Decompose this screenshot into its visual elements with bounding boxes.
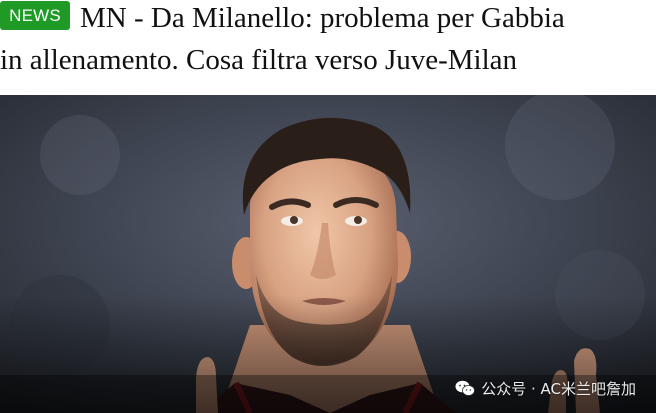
news-badge: NEWS [0, 1, 70, 30]
article-page: NEWS MN - Da Milanello: problema per Gab… [0, 0, 656, 413]
watermark-text: 公众号 · AC米兰吧詹加 [481, 380, 636, 398]
article-title-line-2[interactable]: in allenamento. Cosa filtra verso Juve-M… [0, 42, 517, 78]
player-photo[interactable]: 公众号 · AC米兰吧詹加 [0, 95, 656, 413]
article-header: NEWS MN - Da Milanello: problema per Gab… [0, 0, 656, 95]
wechat-icon [455, 380, 476, 397]
article-title-line-1[interactable]: MN - Da Milanello: problema per Gabbia [80, 0, 565, 36]
watermark: 公众号 · AC米兰吧詹加 [455, 378, 636, 399]
player-photo-illustration [0, 95, 656, 413]
